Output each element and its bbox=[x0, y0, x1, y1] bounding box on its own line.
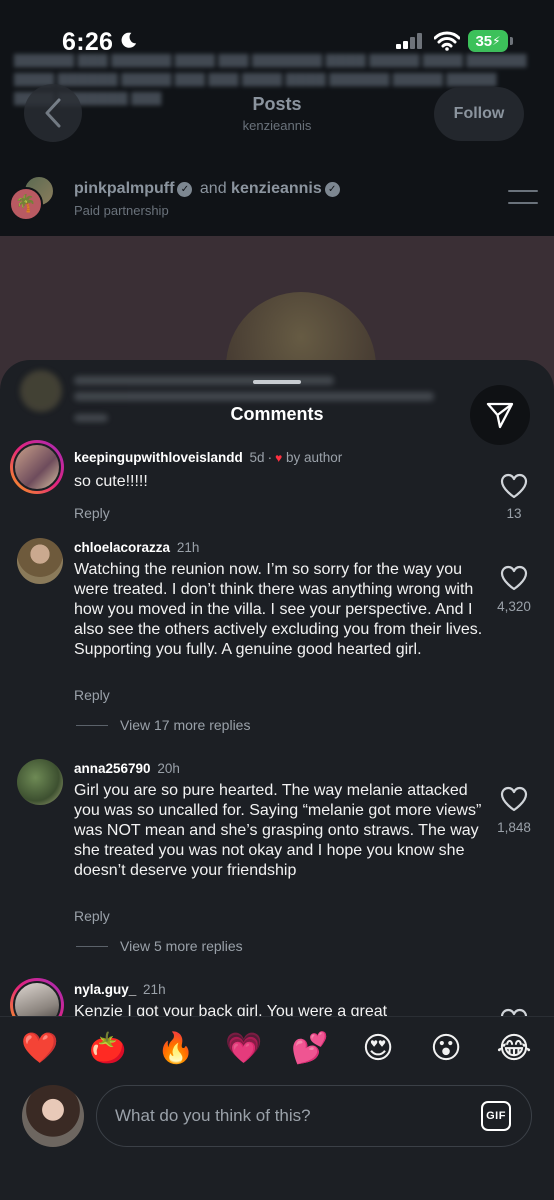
post-author-2[interactable]: kenzieannis bbox=[231, 180, 322, 197]
share-button[interactable] bbox=[470, 385, 530, 445]
view-more-replies-label: View 17 more replies bbox=[120, 717, 251, 733]
cellular-signal-icon bbox=[396, 33, 422, 49]
quick-emoji-bar: ❤️ 🍅 🔥 💗 💕 😍 😮 😂 bbox=[0, 1029, 554, 1069]
comment-input-box[interactable]: GIF bbox=[96, 1085, 532, 1147]
commenter-avatar[interactable] bbox=[17, 538, 63, 584]
comment-header: chloelacorazza 21h bbox=[74, 540, 199, 555]
comment-time: 21h bbox=[176, 540, 200, 555]
comment-username[interactable]: keepingupwithloveislandd bbox=[74, 450, 243, 465]
comment-header: nyla.guy_ 21h bbox=[74, 982, 166, 997]
comment-composer: ❤️ 🍅 🔥 💗 💕 😍 😮 😂 GIF bbox=[0, 1016, 554, 1200]
author-like-heart-icon: ♥ bbox=[275, 451, 283, 465]
palm-tree-icon: 🌴 bbox=[15, 194, 37, 213]
comment-text: Watching the reunion now. I’m so sorry f… bbox=[74, 561, 483, 658]
comment-text: so cute!!!!! bbox=[74, 473, 148, 490]
post-options-icon[interactable] bbox=[508, 190, 538, 206]
emoji-red-heart[interactable]: ❤️ bbox=[20, 1029, 60, 1069]
emoji-fire[interactable]: 🔥 bbox=[156, 1029, 196, 1069]
wifi-icon bbox=[434, 31, 460, 51]
comment-input[interactable] bbox=[115, 1086, 455, 1146]
commenter-avatar[interactable] bbox=[10, 440, 64, 494]
battery-level: 35 bbox=[475, 32, 493, 50]
emoji-heart-eyes[interactable]: 😍 bbox=[358, 1029, 398, 1069]
comment-header: keepingupwithloveislandd 5d · ♥ by author bbox=[74, 450, 343, 465]
heart-icon[interactable] bbox=[500, 565, 528, 591]
battery-indicator: 35 ⚡ bbox=[468, 30, 508, 52]
comment-username[interactable]: anna256790 bbox=[74, 761, 151, 776]
gif-button[interactable]: GIF bbox=[481, 1101, 511, 1131]
send-icon bbox=[486, 402, 514, 429]
comment-header: anna256790 20h bbox=[74, 761, 180, 776]
comment-username[interactable]: nyla.guy_ bbox=[74, 982, 136, 997]
emoji-pink-heart[interactable]: 💗 bbox=[224, 1029, 264, 1069]
emoji-two-hearts[interactable]: 💕 bbox=[290, 1029, 330, 1069]
avatar-pinkpalmpuff: 🌴 bbox=[9, 187, 43, 221]
emoji-laughing[interactable]: 😂 bbox=[494, 1029, 534, 1069]
heart-icon[interactable] bbox=[500, 786, 528, 812]
comment-text: Girl you are so pure hearted. The way me… bbox=[74, 782, 482, 879]
reply-button[interactable]: Reply bbox=[74, 505, 110, 521]
comment-username[interactable]: chloelacorazza bbox=[74, 540, 170, 555]
post-author-1[interactable]: pinkpalmpuff bbox=[74, 180, 174, 197]
view-more-replies[interactable]: View 17 more replies bbox=[76, 717, 250, 733]
post-author-joiner: and bbox=[199, 180, 227, 197]
verified-badge-icon: ✓ bbox=[324, 182, 340, 197]
liked-by-author-label: by author bbox=[285, 450, 343, 465]
thread-line bbox=[76, 945, 108, 947]
comment-time: 5d bbox=[249, 450, 265, 465]
view-more-replies-label: View 5 more replies bbox=[120, 938, 243, 954]
reply-button[interactable]: Reply bbox=[74, 687, 110, 703]
comment-time: 21h bbox=[143, 982, 166, 997]
battery-nub bbox=[510, 37, 513, 45]
comment-time: 20h bbox=[157, 761, 180, 776]
charging-bolt-icon: ⚡ bbox=[492, 34, 501, 48]
heart-icon[interactable] bbox=[500, 473, 528, 499]
current-user-avatar bbox=[22, 1085, 84, 1147]
thread-line bbox=[76, 724, 108, 726]
like-count: 13 bbox=[506, 506, 522, 521]
like-count: 4,320 bbox=[497, 599, 531, 614]
emoji-tomato[interactable]: 🍅 bbox=[88, 1029, 128, 1069]
emoji-surprised[interactable]: 😮 bbox=[426, 1029, 466, 1069]
verified-badge-icon: ✓ bbox=[177, 182, 193, 197]
reply-button[interactable]: Reply bbox=[74, 908, 110, 924]
like-count: 1,848 bbox=[497, 820, 531, 835]
view-more-replies[interactable]: View 5 more replies bbox=[76, 938, 243, 954]
moon-icon bbox=[121, 32, 137, 48]
paid-partnership-label[interactable]: Paid partnership bbox=[74, 203, 169, 218]
sheet-drag-handle[interactable] bbox=[253, 380, 301, 384]
post-authors: pinkpalmpuff ✓ and kenzieannis ✓ bbox=[74, 180, 343, 198]
follow-button[interactable]: Follow bbox=[434, 87, 524, 141]
commenter-avatar[interactable] bbox=[17, 759, 63, 805]
post-author-avatars[interactable]: 🌴 bbox=[9, 175, 57, 223]
